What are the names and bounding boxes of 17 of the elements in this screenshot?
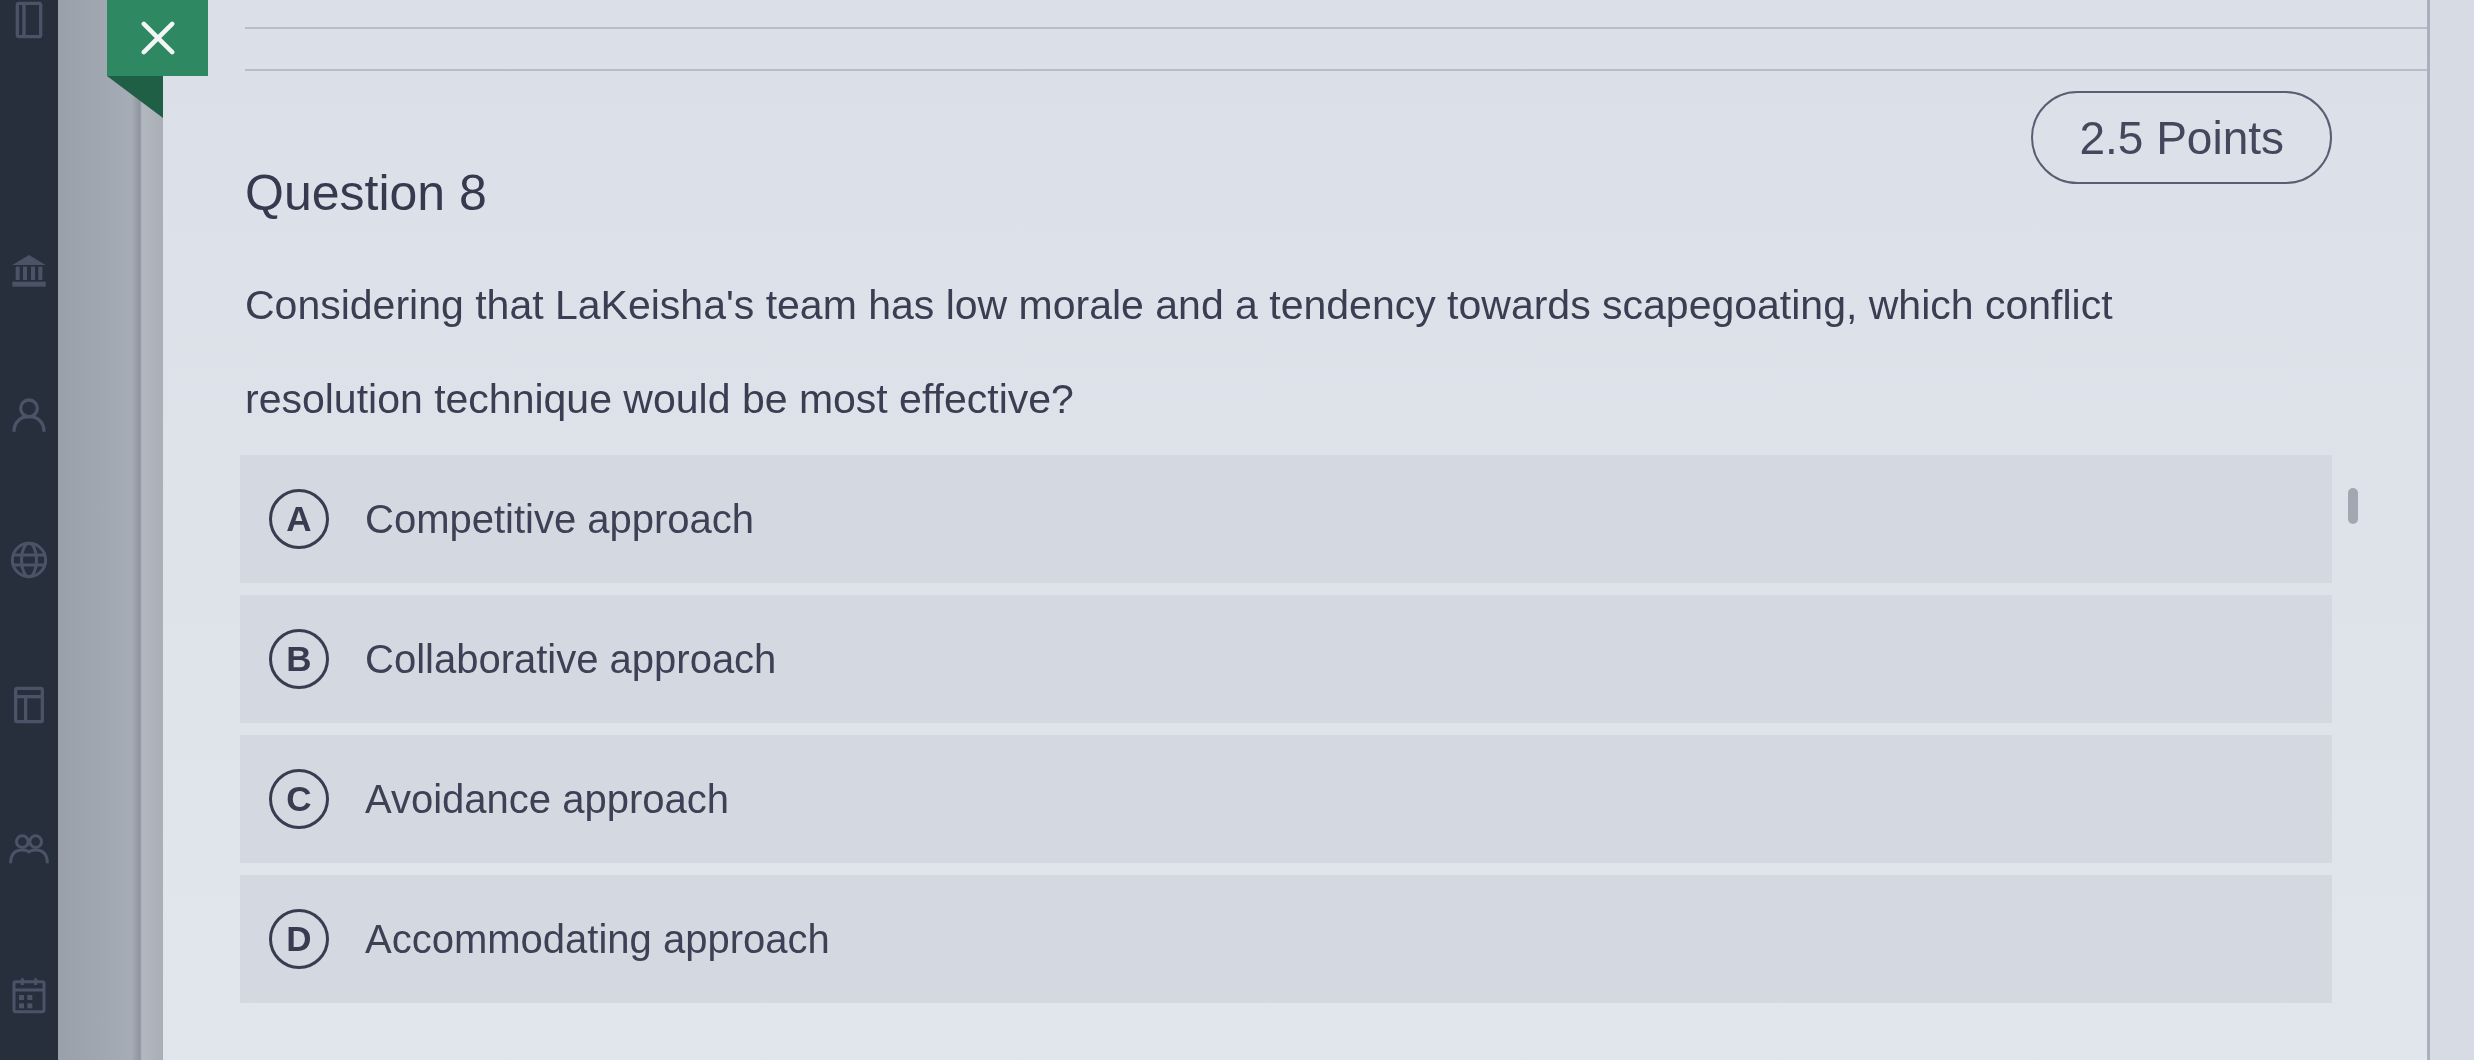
option-letter: D xyxy=(269,909,329,969)
answer-option[interactable]: B Collaborative approach xyxy=(240,595,2332,723)
answer-option[interactable]: D Accommodating approach xyxy=(240,875,2332,1003)
close-button[interactable] xyxy=(107,0,208,76)
question-text: Considering that LaKeisha's team has low morale and a tendency towards scapegoating, which conflict resolution technique would be most effective? xyxy=(245,281,2114,424)
points-badge: 2.5 Points xyxy=(2031,91,2332,184)
person-icon[interactable] xyxy=(9,395,49,435)
answer-option[interactable]: A Competitive approach xyxy=(240,455,2332,583)
ribbon-fold xyxy=(107,76,163,118)
close-icon xyxy=(140,21,175,55)
question-title: Question 8 xyxy=(245,164,487,223)
scrollbar-thumb[interactable] xyxy=(2348,488,2358,524)
option-letter: B xyxy=(269,629,329,689)
option-letter: C xyxy=(269,769,329,829)
option-letter: A xyxy=(269,489,329,549)
answer-option[interactable]: C Avoidance approach xyxy=(240,735,2332,863)
globe-icon[interactable] xyxy=(9,540,49,580)
